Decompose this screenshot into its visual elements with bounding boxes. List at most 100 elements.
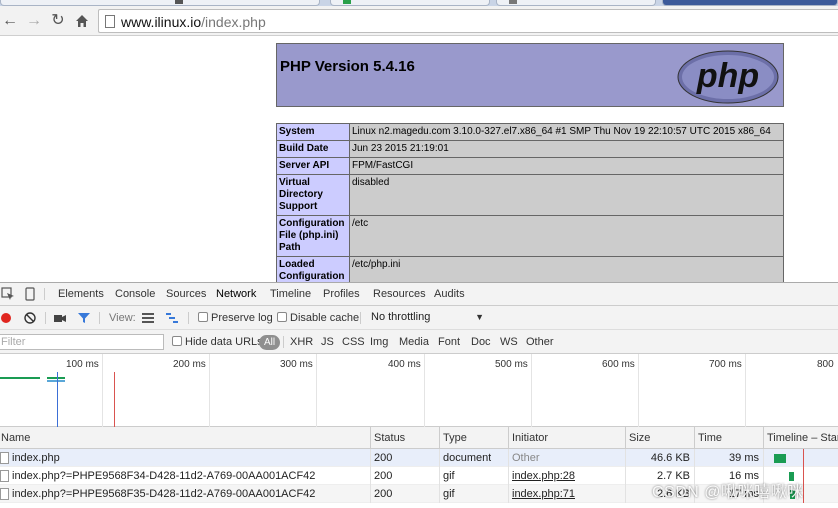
document-icon	[0, 452, 9, 464]
tab-profiles[interactable]: Profiles	[323, 288, 360, 300]
request-name[interactable]: index.php	[12, 449, 368, 467]
info-key: Virtual Directory Support	[276, 174, 350, 216]
request-status: 200	[374, 488, 393, 500]
filter-input[interactable]: Filter	[0, 334, 164, 350]
large-rows-icon[interactable]	[141, 311, 155, 325]
overview-request-bar	[0, 377, 40, 379]
page-icon	[105, 15, 115, 28]
info-value: Linux n2.magedu.com 3.10.0-327.el7.x86_6…	[349, 123, 784, 141]
type-filter-other[interactable]: Other	[526, 336, 554, 348]
type-filter-js[interactable]: JS	[321, 336, 334, 348]
type-filter-media[interactable]: Media	[399, 336, 429, 348]
column-size[interactable]: Size	[625, 427, 694, 449]
url-text[interactable]: www.ilinux.io/index.php	[121, 14, 266, 30]
info-value: /etc/php.ini	[349, 256, 784, 282]
throttling-select[interactable]: No throttling ▼	[366, 309, 490, 327]
request-type: document	[443, 452, 492, 464]
back-icon[interactable]: ←	[0, 10, 20, 32]
info-key: Loaded Configuration	[276, 256, 350, 282]
overview-tick-label: 800	[817, 359, 834, 370]
overview-tick-label: 600 ms	[602, 359, 635, 370]
device-mode-icon[interactable]	[23, 287, 37, 301]
type-filter-font[interactable]: Font	[438, 336, 460, 348]
tab-console[interactable]: Console	[115, 288, 155, 300]
info-value: FPM/FastCGI	[349, 157, 784, 175]
request-name[interactable]: index.php?=PHPE9568F34-D428-11d2-A769-00…	[12, 467, 368, 485]
reload-icon[interactable]: ↻	[48, 10, 68, 32]
overview-tick-label: 300 ms	[280, 359, 313, 370]
tab-resources[interactable]: Resources	[373, 288, 426, 300]
dropdown-arrow-icon: ▼	[475, 312, 484, 322]
overview-gridline	[638, 354, 639, 427]
column-initiator[interactable]: Initiator	[508, 427, 625, 449]
request-size: 46.6 KB	[650, 452, 690, 464]
table-row[interactable]: index.php 200 document Other 46.6 KB 39 …	[0, 449, 838, 467]
home-icon[interactable]	[72, 10, 92, 32]
forward-icon[interactable]: →	[24, 10, 44, 32]
request-status: 200	[374, 470, 393, 482]
overview-gridline	[531, 354, 532, 427]
preserve-log-label: Preserve log	[211, 312, 273, 324]
type-filter-all[interactable]: All	[259, 335, 281, 350]
request-type: gif	[443, 470, 455, 482]
type-filter-img[interactable]: Img	[370, 336, 388, 348]
request-initiator-link[interactable]: index.php:71	[512, 485, 575, 503]
overview-gridline	[424, 354, 425, 427]
tab-elements[interactable]: Elements	[58, 288, 104, 300]
hide-data-urls-label: Hide data URLs	[185, 336, 263, 348]
dom-content-loaded-marker	[57, 372, 58, 427]
type-filter-doc[interactable]: Doc	[471, 336, 491, 348]
column-time[interactable]: Time	[694, 427, 763, 449]
record-icon[interactable]	[0, 311, 14, 325]
overview-tick-label: 200 ms	[173, 359, 206, 370]
checkbox-box[interactable]	[198, 312, 208, 322]
waterfall-icon[interactable]	[165, 311, 179, 325]
column-divider	[508, 449, 509, 503]
request-name[interactable]: index.php?=PHPE9568F35-D428-11d2-A769-00…	[12, 485, 368, 503]
filter-icon[interactable]	[77, 311, 91, 325]
overview-gridline	[102, 354, 103, 427]
inspect-element-icon[interactable]	[1, 287, 15, 301]
checkbox-box[interactable]	[277, 312, 287, 322]
column-name[interactable]: Name	[0, 427, 370, 449]
address-bar[interactable]: www.ilinux.io/index.php	[98, 9, 838, 33]
timeline-bar	[774, 454, 786, 463]
hide-data-urls-checkbox[interactable]: Hide data URLs	[172, 336, 263, 348]
page-viewport: PHP Version 5.4.16 php System Linux n2.ma…	[0, 36, 838, 282]
tab-sources[interactable]: Sources	[166, 288, 206, 300]
tab-favicon-icon	[343, 0, 351, 4]
type-filter-ws[interactable]: WS	[500, 336, 518, 348]
overview-gridline	[745, 354, 746, 427]
devtools-tabbar: Elements Console Sources Network Timelin…	[0, 283, 838, 307]
disable-cache-label: Disable cache	[290, 312, 360, 324]
type-filter-xhr[interactable]: XHR	[290, 336, 313, 348]
type-filter-css[interactable]: CSS	[342, 336, 365, 348]
column-type[interactable]: Type	[439, 427, 508, 449]
overview-request-bar	[47, 380, 65, 382]
info-row: Build Date Jun 23 2015 21:19:01	[276, 140, 784, 158]
camera-icon[interactable]	[53, 311, 67, 325]
request-initiator-link[interactable]: index.php:28	[512, 467, 575, 485]
filter-bar: Filter Hide data URLs All XHR JS CSS Img…	[0, 330, 838, 354]
watermark: CSDN @啾咪嘻啾咪	[652, 484, 804, 501]
disable-cache-checkbox[interactable]: Disable cache	[277, 312, 359, 324]
info-value: disabled	[349, 174, 784, 216]
overview-tick-label: 700 ms	[709, 359, 742, 370]
column-status[interactable]: Status	[370, 427, 439, 449]
tab-timeline[interactable]: Timeline	[270, 288, 311, 300]
view-label: View:	[109, 312, 136, 324]
php-info-table: System Linux n2.magedu.com 3.10.0-327.el7…	[276, 123, 784, 282]
tab-audits[interactable]: Audits	[434, 288, 465, 300]
column-timeline[interactable]: Timeline – Start	[763, 427, 838, 449]
preserve-log-checkbox[interactable]: Preserve log	[198, 312, 273, 324]
tab-network[interactable]: Network	[209, 283, 263, 307]
image-file-icon	[0, 470, 9, 482]
overview-tick-label: 400 ms	[388, 359, 421, 370]
column-divider	[439, 449, 440, 503]
network-overview[interactable]: 100 ms 200 ms 300 ms 400 ms 500 ms 600 m…	[0, 354, 838, 427]
checkbox-box[interactable]	[172, 336, 182, 346]
overview-gridline	[316, 354, 317, 427]
devtools-panel: Elements Console Sources Network Timelin…	[0, 282, 838, 508]
page-title: PHP Version 5.4.16	[280, 58, 415, 75]
clear-icon[interactable]	[23, 311, 37, 325]
